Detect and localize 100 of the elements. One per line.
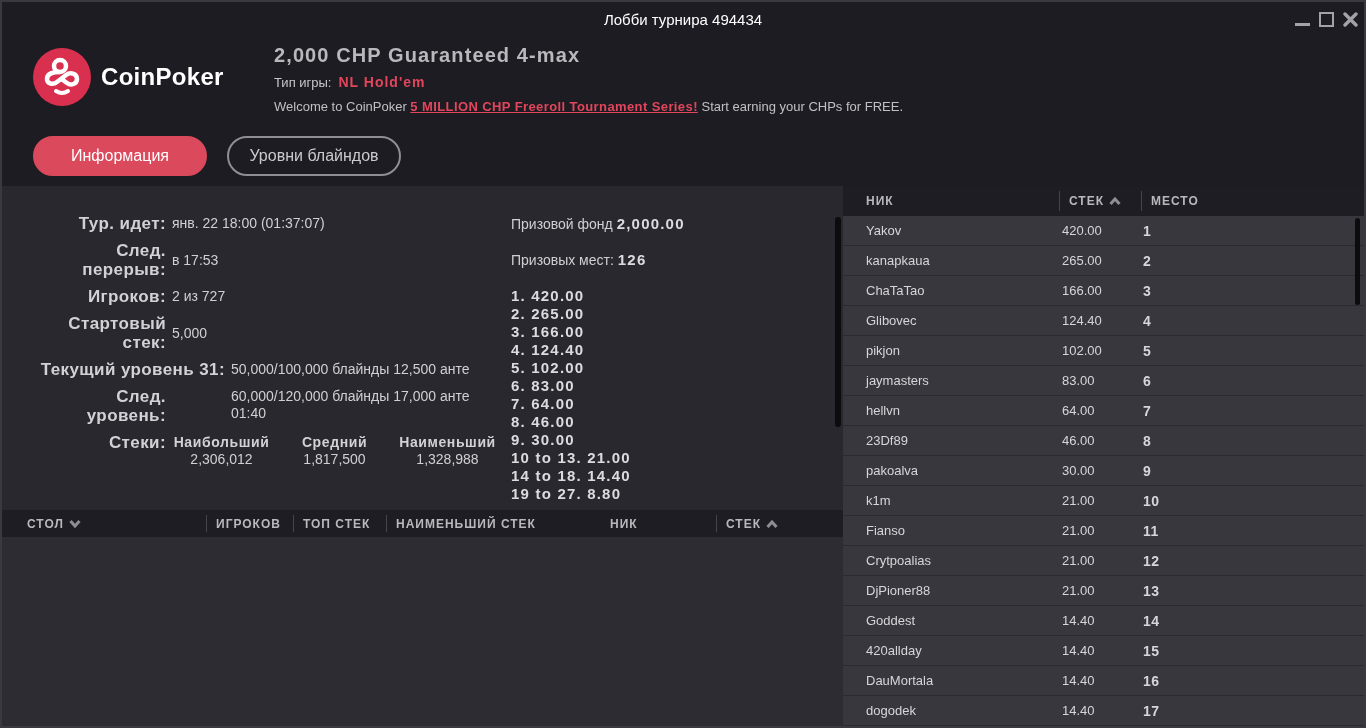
column-header[interactable]: НИК bbox=[843, 186, 1059, 216]
player-row[interactable]: dogodek 14.40 17 bbox=[843, 696, 1364, 726]
place-cell-text: 13 bbox=[1142, 582, 1160, 599]
promo-link[interactable]: 5 MILLION CHP Freeroll Tournament Series! bbox=[410, 99, 698, 114]
info-value: в 17:53 bbox=[172, 251, 219, 269]
stack-heading: Наибольший bbox=[173, 433, 270, 451]
tournament-name: 2,000 CHP Guaranteed 4-max bbox=[274, 44, 582, 66]
stack-cell-text: 420.00 bbox=[1061, 223, 1103, 238]
player-row[interactable]: kanapkaua 265.00 2 bbox=[843, 246, 1364, 276]
scrollbar[interactable] bbox=[1355, 218, 1360, 305]
player-row[interactable]: pakoalva 30.00 9 bbox=[843, 456, 1364, 486]
column-header[interactable]: НИК bbox=[600, 510, 716, 537]
info-label: Тур. идет: bbox=[78, 214, 166, 233]
column-header[interactable]: ИГРОКОВ bbox=[206, 510, 293, 537]
player-row[interactable]: DauMortala 14.40 16 bbox=[843, 666, 1364, 696]
stack-heading: Средний bbox=[301, 433, 368, 451]
logo-icon bbox=[33, 48, 91, 106]
payout-line: 8. 46.00 bbox=[511, 413, 575, 431]
stack-cell-text: 30.00 bbox=[1061, 463, 1096, 478]
stack-cell-text: 21.00 bbox=[1061, 523, 1096, 538]
info-label: След. уровень: bbox=[85, 387, 166, 425]
payout-line: 6. 83.00 bbox=[511, 377, 575, 395]
minimize-icon bbox=[1295, 22, 1310, 26]
stack-cell-text: 21.00 bbox=[1061, 493, 1096, 508]
payout-line: 10 to 13. 21.00 bbox=[511, 449, 631, 467]
player-name-cell-text: 23Df89 bbox=[865, 433, 909, 448]
player-name-cell-text: Goddest bbox=[865, 613, 917, 628]
player-row[interactable]: k1m 21.00 10 bbox=[843, 486, 1364, 516]
stack-cell-text: 64.00 bbox=[1061, 403, 1096, 418]
stack-cell-text: 14.40 bbox=[1061, 673, 1096, 688]
info-label: Игроков: bbox=[87, 287, 166, 306]
stack-cell-text: 124.40 bbox=[1061, 313, 1103, 328]
minimize-button[interactable] bbox=[1293, 20, 1312, 29]
info-value: 60,000/120,000 блайнды 17,000 анте bbox=[231, 388, 470, 405]
window-title: Лобби турнира 494434 bbox=[603, 10, 763, 28]
maximize-button[interactable] bbox=[1317, 9, 1336, 29]
player-row[interactable]: pikjon 102.00 5 bbox=[843, 336, 1364, 366]
player-name-cell-text: DjPioner88 bbox=[865, 583, 932, 598]
level-time: 01:40 bbox=[231, 405, 268, 422]
column-header[interactable]: НАИМЕНЬШИЙ СТЕК bbox=[386, 510, 600, 537]
player-name-cell-text: jaymasters bbox=[864, 373, 930, 388]
player-row[interactable]: 23Df89 46.00 8 bbox=[843, 426, 1364, 456]
player-row[interactable]: Yakov 420.00 1 bbox=[843, 216, 1364, 246]
column-header[interactable]: ТОП СТЕК bbox=[293, 510, 386, 537]
place-cell-text: 3 bbox=[1142, 282, 1152, 299]
prize-pool-value: 2,000.00 bbox=[616, 214, 685, 234]
place-cell-text: 9 bbox=[1142, 462, 1152, 479]
stack-heading: Наименьший bbox=[399, 433, 496, 451]
player-row[interactable]: Glibovec 124.40 4 bbox=[843, 306, 1364, 336]
player-name-cell-text: DauMortala bbox=[865, 673, 935, 688]
info-label: След. перерыв: bbox=[81, 241, 166, 279]
payout-line: 4. 124.40 bbox=[511, 341, 585, 359]
stack-value: 1,817,500 bbox=[303, 451, 366, 468]
place-cell-text: 16 bbox=[1142, 672, 1160, 689]
player-row[interactable]: hellvn 64.00 7 bbox=[843, 396, 1364, 426]
place-cell-text: 1 bbox=[1142, 222, 1152, 239]
stack-cell-text: 83.00 bbox=[1061, 373, 1096, 388]
info-value: 5,000 bbox=[172, 324, 208, 342]
place-cell-text: 6 bbox=[1142, 372, 1152, 389]
player-row[interactable]: jaymasters 83.00 6 bbox=[843, 366, 1364, 396]
place-cell-text: 14 bbox=[1142, 612, 1160, 629]
player-name-cell-text: Glibovec bbox=[865, 313, 918, 328]
tab[interactable]: Информация bbox=[33, 136, 207, 176]
player-name-cell-text: ChaTaTao bbox=[865, 283, 926, 298]
player-row[interactable]: Crytpoalias 21.00 12 bbox=[843, 546, 1364, 576]
prize-places-value: 126 bbox=[617, 250, 647, 270]
column-header[interactable]: СТОЛ bbox=[2, 510, 206, 537]
player-name-cell-text: 420allday bbox=[865, 643, 923, 658]
tab[interactable]: Уровни блайндов bbox=[227, 136, 401, 176]
info-label: Текущий уровень 31: bbox=[40, 360, 225, 379]
payout-line: 1. 420.00 bbox=[511, 287, 585, 305]
stack-value: 2,306,012 bbox=[190, 451, 253, 468]
place-cell-text: 7 bbox=[1142, 402, 1152, 419]
player-name-cell-text: k1m bbox=[865, 493, 892, 508]
player-name-cell-text: Yakov bbox=[865, 223, 903, 238]
player-name-cell-text: dogodek bbox=[865, 703, 917, 718]
payout-line: 14 to 18. 14.40 bbox=[511, 467, 631, 485]
close-button[interactable] bbox=[1341, 9, 1360, 29]
column-header[interactable]: СТЕК bbox=[1059, 186, 1141, 216]
prize-places-label: Призовых мест: bbox=[511, 251, 614, 270]
stack-cell-text: 265.00 bbox=[1061, 253, 1103, 268]
player-row[interactable]: Fianso 21.00 11 bbox=[843, 516, 1364, 546]
stack-value: 1,328,988 bbox=[416, 451, 479, 468]
player-row[interactable]: 420allday 14.40 15 bbox=[843, 636, 1364, 666]
place-cell-text: 5 bbox=[1142, 342, 1152, 359]
payout-line: 7. 64.00 bbox=[511, 395, 575, 413]
player-row[interactable]: Goddest 14.40 14 bbox=[843, 606, 1364, 636]
stack-cell-text: 166.00 bbox=[1061, 283, 1103, 298]
player-name-cell-text: pakoalva bbox=[865, 463, 920, 478]
player-row[interactable]: ChaTaTao 166.00 3 bbox=[843, 276, 1364, 306]
game-type-value: NL Hold'em bbox=[338, 73, 426, 92]
column-header[interactable]: МЕСТО bbox=[1141, 186, 1364, 216]
scrollbar[interactable] bbox=[835, 217, 841, 427]
place-cell-text: 12 bbox=[1142, 552, 1160, 569]
player-name-cell-text: pikjon bbox=[865, 343, 901, 358]
stack-cell-text: 102.00 bbox=[1061, 343, 1103, 358]
column-header[interactable]: СТЕК bbox=[716, 510, 843, 537]
player-row[interactable]: DjPioner88 21.00 13 bbox=[843, 576, 1364, 606]
info-value: янв. 22 18:00 (01:37:07) bbox=[172, 215, 325, 232]
place-cell-text: 8 bbox=[1142, 432, 1152, 449]
